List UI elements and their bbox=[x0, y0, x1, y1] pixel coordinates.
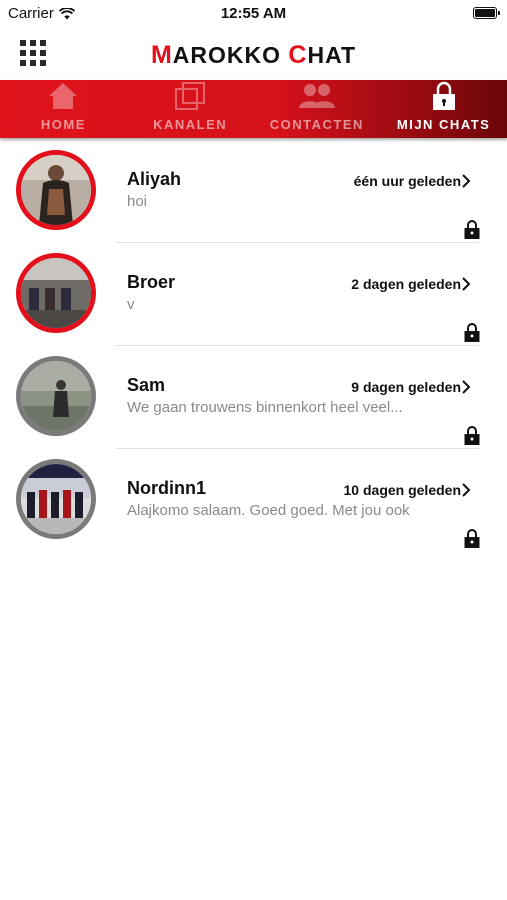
contact-name: Aliyah bbox=[127, 169, 182, 189]
chevron-right-icon bbox=[462, 174, 471, 188]
tab-kanalen[interactable]: KANALEN bbox=[127, 80, 254, 138]
message-preview: hoi bbox=[127, 193, 148, 210]
chat-row-nordinn1[interactable]: Nordinn1 Alajkomo salaam. Goed goed. Met… bbox=[0, 449, 507, 552]
lock-icon bbox=[464, 529, 480, 548]
chevron-right-icon bbox=[462, 380, 471, 394]
timestamp: één uur geleden bbox=[353, 173, 461, 189]
chat-row-aliyah[interactable]: Aliyah hoi één uur geleden bbox=[0, 140, 507, 243]
chevron-right-icon bbox=[462, 483, 471, 497]
chevron-right-icon bbox=[462, 277, 471, 291]
contacts-icon bbox=[298, 81, 336, 111]
avatar bbox=[16, 150, 96, 230]
message-preview: v bbox=[127, 296, 135, 313]
avatar bbox=[16, 459, 96, 539]
lock-icon bbox=[464, 426, 480, 445]
battery-icon bbox=[473, 7, 500, 19]
home-icon bbox=[48, 81, 78, 111]
tab-mijn-chats[interactable]: MIJN CHATS bbox=[380, 80, 507, 138]
avatar bbox=[16, 253, 96, 333]
lock-icon bbox=[464, 220, 480, 239]
chat-row-broer[interactable]: Broer v 2 dagen geleden bbox=[0, 243, 507, 346]
app-header: MAROKKO CHAT bbox=[0, 28, 507, 80]
contact-name: Nordinn1 bbox=[127, 478, 206, 498]
timestamp: 9 dagen geleden bbox=[351, 379, 461, 395]
app-title: MAROKKO CHAT bbox=[150, 41, 357, 69]
contact-name: Sam bbox=[127, 375, 166, 395]
tab-home[interactable]: HOME bbox=[0, 80, 127, 138]
status-bar: Carrier 12:55 AM bbox=[0, 0, 507, 28]
tab-contacten[interactable]: CONTACTEN bbox=[254, 80, 381, 138]
message-preview: We gaan trouwens binnenkort heel veel... bbox=[127, 399, 403, 416]
lock-icon bbox=[432, 81, 456, 111]
lock-icon bbox=[464, 323, 480, 342]
timestamp: 2 dagen geleden bbox=[351, 276, 461, 292]
contact-name: Broer bbox=[127, 272, 176, 292]
timestamp: 10 dagen geleden bbox=[343, 482, 461, 498]
message-preview: Alajkomo salaam. Goed goed. Met jou ook bbox=[127, 502, 410, 519]
channels-icon bbox=[174, 81, 206, 111]
chat-row-sam[interactable]: Sam We gaan trouwens binnenkort heel vee… bbox=[0, 346, 507, 449]
chat-list: Aliyah hoi één uur geleden Broer v 2 dag… bbox=[0, 140, 507, 552]
clock: 12:55 AM bbox=[220, 5, 287, 22]
tab-bar: HOME KANALEN CONTACTEN MIJN CHATS bbox=[0, 80, 507, 138]
avatar bbox=[16, 356, 96, 436]
